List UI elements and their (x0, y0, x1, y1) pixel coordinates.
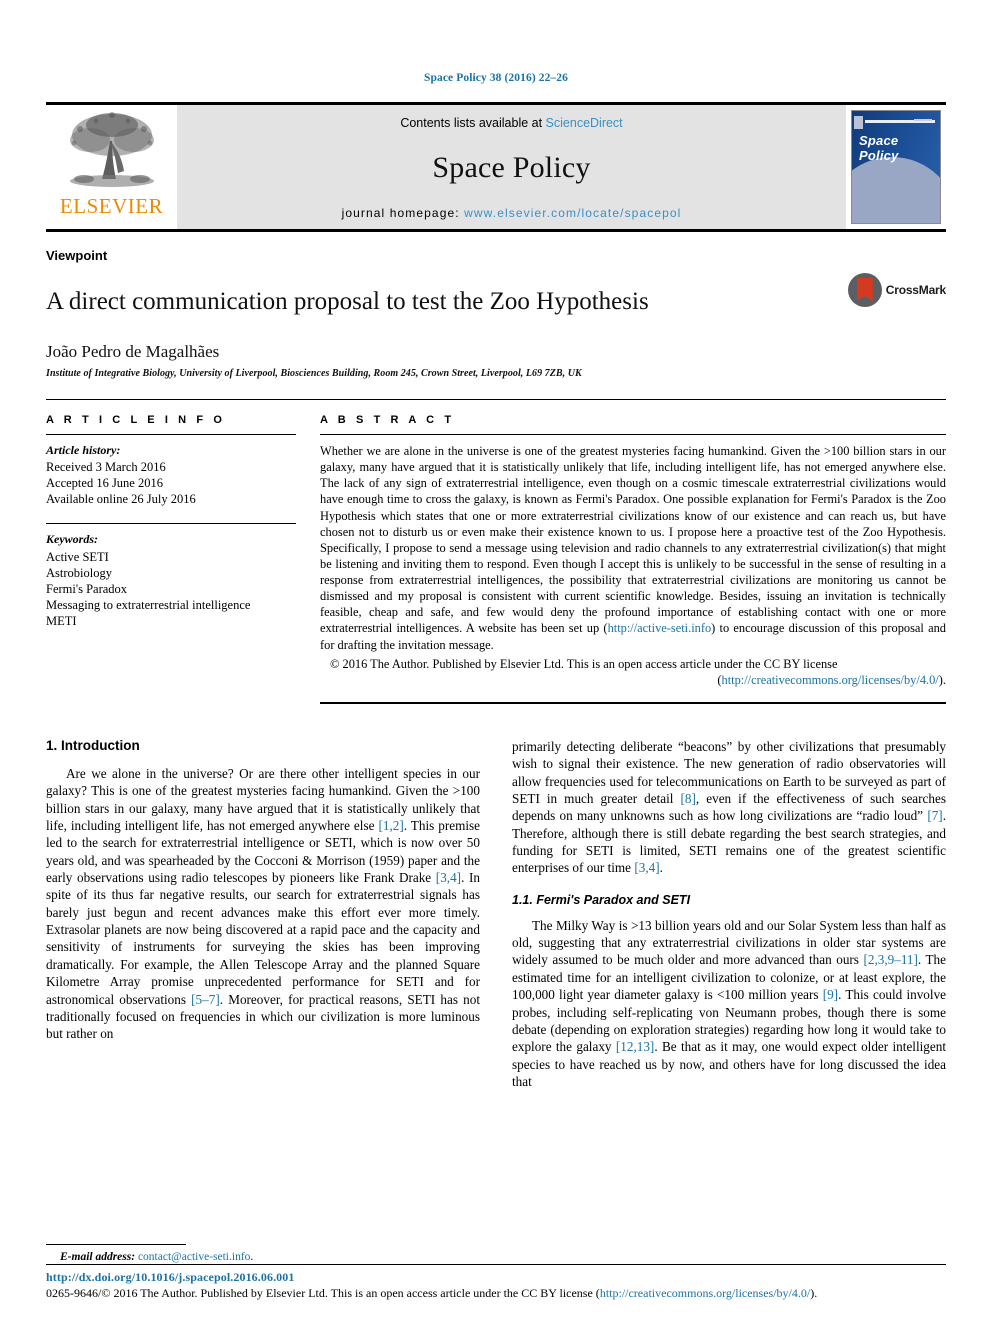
issn-prefix: 0265-9646/© 2016 The Author. Published b… (46, 1286, 600, 1300)
footer-rule (46, 1264, 946, 1265)
abstract-rule (320, 434, 946, 435)
author-affiliation: Institute of Integrative Biology, Univer… (46, 368, 582, 379)
author-name: João Pedro de Magalhães (46, 342, 220, 361)
article-type-label: Viewpoint (46, 248, 108, 263)
publisher-name: ELSEVIER (59, 194, 164, 218)
paragraph: primarily detecting deliberate “beacons”… (512, 738, 946, 877)
citation-reference[interactable]: [12,13] (616, 1039, 654, 1054)
abstract-text-part1: Whether we are alone in the universe is … (320, 444, 946, 636)
copyright-statement: © 2016 The Author. Published by Elsevier… (330, 656, 838, 671)
cover-logo-square (854, 116, 863, 129)
citation-reference[interactable]: [3,4] (634, 860, 659, 875)
email-label: E-mail address: (60, 1251, 136, 1263)
journal-homepage-link[interactable]: www.elsevier.com/locate/spacepol (464, 206, 681, 220)
journal-homepage-line: journal homepage: www.elsevier.com/locat… (342, 206, 682, 220)
abstract-text: Whether we are alone in the universe is … (320, 443, 946, 653)
active-seti-website-link[interactable]: http://active-seti.info (608, 621, 712, 635)
publisher-block: ELSEVIER (46, 105, 177, 229)
abstract-column: A B S T R A C T Whether we are alone in … (320, 414, 946, 704)
citation-reference[interactable]: [2,3,9–11] (863, 952, 917, 967)
keywords-label: Keywords: (46, 532, 98, 547)
body-right-column: primarily detecting deliberate “beacons”… (512, 738, 946, 1090)
cover-arc-decoration (852, 157, 940, 223)
masthead-center: Contents lists available at ScienceDirec… (177, 105, 846, 229)
homepage-prefix: journal homepage: (341, 206, 465, 220)
journal-cover-thumbnail: Space Policy (851, 110, 941, 224)
keyword-item: Active SETI (46, 549, 109, 564)
article-history-group: Article history: Received 3 March 2016 A… (46, 443, 296, 507)
history-item: Available online 26 July 2016 (46, 492, 196, 507)
info-abstract-block: A R T I C L E I N F O Article history: R… (46, 399, 946, 704)
journal-cover-block: Space Policy (846, 105, 946, 229)
paragraph: The Milky Way is >13 billion years old a… (512, 917, 946, 1091)
cc-license-link[interactable]: http://creativecommons.org/licenses/by/4… (722, 673, 939, 687)
journal-masthead: ELSEVIER Contents lists available at Sci… (46, 102, 946, 232)
title-row: A direct communication proposal to test … (46, 271, 946, 332)
citation-reference[interactable]: [1,2] (378, 818, 403, 833)
paragraph-text: . (659, 860, 663, 876)
cover-journal-title: Space Policy (859, 133, 899, 163)
citation-reference[interactable]: [9] (823, 987, 838, 1002)
citation-reference[interactable]: [8] (681, 791, 696, 806)
license-paren-close: ). (938, 672, 946, 687)
footnote-rule (46, 1244, 186, 1245)
article-info-rule (46, 434, 296, 435)
crossmark-icon (847, 273, 882, 307)
body-left-column: 1. Introduction Are we alone in the univ… (46, 738, 480, 1090)
citation-reference[interactable]: [7] (927, 808, 942, 823)
abstract-bottom-rule (320, 701, 946, 704)
keyword-item: Astrobiology (46, 565, 112, 580)
keyword-item: Messaging to extraterrestrial intelligen… (46, 597, 251, 612)
journal-article-page: Space Policy 38 (2016) 22–26 ELSEVIER Co… (0, 0, 992, 1323)
email-footnote: E-mail address: contact@active-seti.info… (46, 1251, 476, 1263)
citation-reference[interactable]: [5–7] (191, 992, 220, 1007)
section-heading-introduction: 1. Introduction (46, 737, 140, 753)
journal-title: Space Policy (432, 151, 591, 184)
keyword-item: Fermi's Paradox (46, 581, 128, 596)
contents-available-line: Contents lists available at ScienceDirec… (400, 116, 622, 130)
crossmark-label: CrossMark (885, 283, 946, 297)
email-suffix: . (250, 1251, 254, 1263)
cover-tiny-text (914, 119, 932, 121)
issn-suffix: ). (810, 1286, 818, 1300)
paragraph: Are we alone in the universe? Or are the… (46, 765, 480, 1043)
crossmark-badge[interactable]: CrossMark (847, 273, 946, 307)
running-head: Space Policy 38 (2016) 22–26 (424, 72, 568, 84)
sciencedirect-link[interactable]: ScienceDirect (546, 116, 623, 130)
footnote-zone: E-mail address: contact@active-seti.info… (46, 1244, 476, 1263)
history-item: Accepted 16 June 2016 (46, 476, 163, 491)
citation-reference[interactable]: [3,4] (436, 870, 461, 885)
issn-copyright-line: 0265-9646/© 2016 The Author. Published b… (46, 1286, 946, 1301)
body-columns: 1. Introduction Are we alone in the univ… (46, 738, 946, 1090)
email-link[interactable]: contact@active-seti.info (138, 1251, 250, 1263)
paragraph-text: . In spite of its thus far negative resu… (46, 870, 480, 1007)
article-info-column: A R T I C L E I N F O Article history: R… (46, 414, 296, 704)
elsevier-tree-icon (66, 109, 158, 193)
keyword-item: METI (46, 613, 77, 628)
keywords-group: Keywords: Active SETI Astrobiology Fermi… (46, 532, 296, 628)
keywords-rule (46, 523, 296, 525)
history-item: Received 3 March 2016 (46, 460, 166, 475)
page-title: A direct communication proposal to test … (46, 287, 649, 315)
doi-link[interactable]: http://dx.doi.org/10.1016/j.spacepol.201… (46, 1270, 946, 1285)
subsection-heading-fermis-paradox: 1.1. Fermi's Paradox and SETI (512, 892, 691, 907)
abstract-copyright: © 2016 The Author. Published by Elsevier… (320, 656, 946, 688)
contents-prefix: Contents lists available at (400, 116, 546, 130)
page-footer: http://dx.doi.org/10.1016/j.spacepol.201… (46, 1264, 946, 1301)
article-info-heading: A R T I C L E I N F O (46, 414, 226, 426)
article-history-label: Article history: (46, 443, 121, 457)
abstract-heading: A B S T R A C T (320, 414, 455, 426)
footer-cc-license-link[interactable]: http://creativecommons.org/licenses/by/4… (600, 1286, 810, 1300)
